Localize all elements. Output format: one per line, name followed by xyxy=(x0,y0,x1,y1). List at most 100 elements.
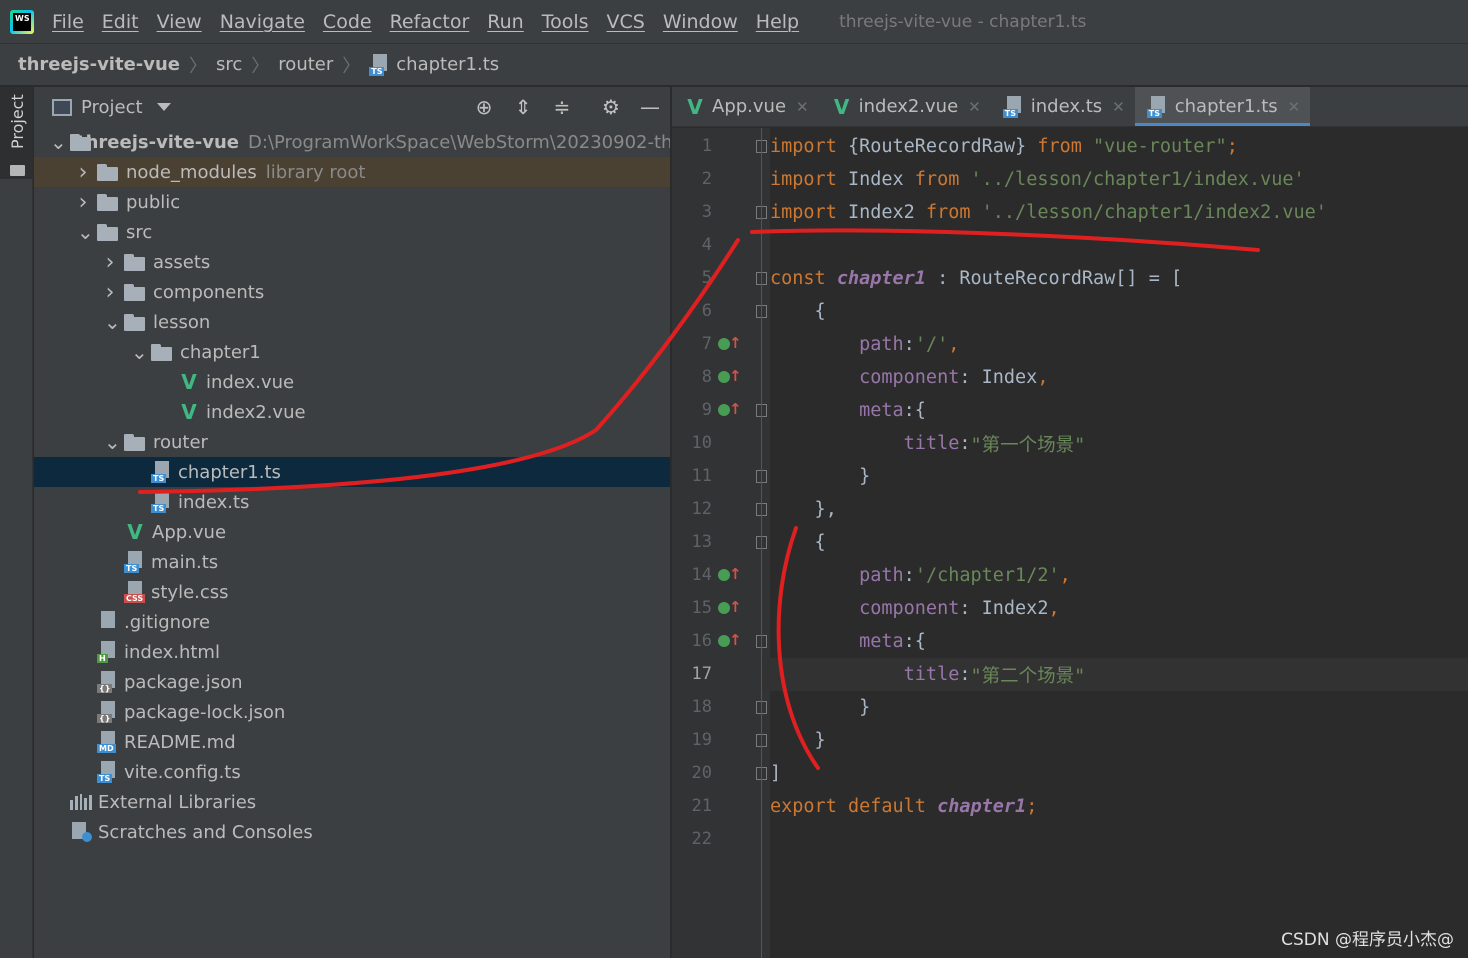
tree-item-router[interactable]: ⌄ router xyxy=(34,427,670,457)
code-line[interactable]: path: '/', xyxy=(770,328,1468,361)
expand-all-icon[interactable]: ⇕ xyxy=(511,95,535,119)
hide-panel-icon[interactable]: — xyxy=(638,95,662,119)
tree-item-package-json[interactable]: {} package.json xyxy=(34,667,670,697)
chevron-down-icon[interactable] xyxy=(156,103,171,111)
close-icon[interactable]: ✕ xyxy=(1112,98,1125,116)
line-number[interactable]: 13 xyxy=(672,526,712,559)
code-line[interactable]: }, xyxy=(770,493,1468,526)
code-line[interactable]: import {RouteRecordRaw} from "vue-router… xyxy=(770,130,1468,163)
chevron-down-icon[interactable]: ⌄ xyxy=(104,430,121,454)
menu-window[interactable]: Window xyxy=(663,11,738,33)
line-number[interactable]: 10 xyxy=(672,427,712,460)
chevron-right-icon[interactable]: › xyxy=(104,250,116,275)
line-number[interactable]: 15 xyxy=(672,592,712,625)
tree-item-chapter1-ts[interactable]: TS chapter1.ts xyxy=(34,457,670,487)
implements-marker-icon[interactable]: ↑ xyxy=(718,334,742,354)
tree-item-src[interactable]: ⌄ src xyxy=(34,217,670,247)
tree-item-scratches-and-consoles[interactable]: Scratches and Consoles xyxy=(34,817,670,847)
implements-marker-icon[interactable]: ↑ xyxy=(718,631,742,651)
line-number[interactable]: 22 xyxy=(672,823,712,856)
project-view-selector[interactable]: Project xyxy=(81,97,143,118)
tab-app-vue[interactable]: V App.vue ✕ xyxy=(672,87,819,126)
chevron-down-icon[interactable]: ⌄ xyxy=(77,220,94,244)
code-line[interactable] xyxy=(770,823,1468,856)
code-line[interactable]: } xyxy=(770,724,1468,757)
tree-item-index2-vue[interactable]: Vindex2.vue xyxy=(34,397,670,427)
line-number[interactable]: 1 xyxy=(672,130,712,163)
menu-run[interactable]: Run xyxy=(487,11,523,33)
implements-marker-icon[interactable]: ↑ xyxy=(718,400,742,420)
menu-navigate[interactable]: Navigate xyxy=(220,11,305,33)
tree-item-app-vue[interactable]: V App.vue xyxy=(34,517,670,547)
menu-refactor[interactable]: Refactor xyxy=(390,11,470,33)
menu-tools[interactable]: Tools xyxy=(542,11,589,33)
line-number[interactable]: 3 xyxy=(672,196,712,229)
breadcrumb-src[interactable]: src xyxy=(216,54,242,75)
tab-index-ts[interactable]: TS index.ts ✕ xyxy=(991,87,1135,126)
breadcrumb-file[interactable]: TS chapter1.ts xyxy=(369,53,499,76)
tree-item-vite-config-ts[interactable]: TS vite.config.ts xyxy=(34,757,670,787)
implements-marker-icon[interactable]: ↑ xyxy=(718,565,742,585)
locate-file-icon[interactable]: ⊕ xyxy=(472,95,496,119)
editor-gutter[interactable]: 1 2 3 4 5 6 7 8 9 10 11 12 13 14 15 16 17 18 19 20 21 22 ↑ ↑ ↑ ↑ ↑… xyxy=(672,128,770,958)
code-line[interactable]: title: "第一个场景" xyxy=(770,427,1468,460)
code-editor[interactable]: import {RouteRecordRaw} from "vue-router… xyxy=(770,128,1468,958)
close-icon[interactable]: ✕ xyxy=(796,98,809,116)
tree-item-gitignore[interactable]: .gitignore xyxy=(34,607,670,637)
menu-vcs[interactable]: VCS xyxy=(607,11,645,33)
line-number[interactable]: 4 xyxy=(672,229,712,262)
code-line[interactable]: { xyxy=(770,526,1468,559)
code-line[interactable]: path: '/chapter1/2', xyxy=(770,559,1468,592)
tree-item-index-html[interactable]: Hindex.html xyxy=(34,637,670,667)
menu-help[interactable]: Help xyxy=(756,11,799,33)
menu-view[interactable]: View xyxy=(157,11,202,33)
menu-code[interactable]: Code xyxy=(323,11,372,33)
line-number[interactable]: 7 xyxy=(672,328,712,361)
code-line[interactable]: ] xyxy=(770,757,1468,790)
tree-item-external-libraries[interactable]: External Libraries xyxy=(34,787,670,817)
line-number[interactable]: 19 xyxy=(672,724,712,757)
tab-index2-vue[interactable]: V index2.vue ✕ xyxy=(819,87,991,126)
line-number[interactable]: 8 xyxy=(672,361,712,394)
chevron-right-icon[interactable]: › xyxy=(77,160,89,185)
tree-item-index-ts[interactable]: TS index.ts xyxy=(34,487,670,517)
code-line[interactable]: { xyxy=(770,295,1468,328)
implements-marker-icon[interactable]: ↑ xyxy=(718,367,742,387)
chevron-down-icon[interactable]: ⌄ xyxy=(50,130,67,154)
project-tool-tab[interactable]: Project xyxy=(0,87,33,179)
tree-item-index-vue[interactable]: Vindex.vue xyxy=(34,367,670,397)
code-line[interactable]: component: Index2, xyxy=(770,592,1468,625)
menu-edit[interactable]: Edit xyxy=(102,11,139,33)
breadcrumb-project[interactable]: threejs-vite-vue xyxy=(18,54,180,75)
code-line[interactable]: } xyxy=(770,691,1468,724)
tree-item-style-css[interactable]: CSS style.css xyxy=(34,577,670,607)
tree-item-lesson[interactable]: ⌄ lesson xyxy=(34,307,670,337)
tree-item-threejs-vite-vue[interactable]: ⌄ threejs-vite-vue D:\ProgramWorkSpace\Web… xyxy=(34,127,670,157)
chevron-right-icon[interactable]: › xyxy=(77,190,89,215)
implements-marker-icon[interactable]: ↑ xyxy=(718,598,742,618)
line-number[interactable]: 9 xyxy=(672,394,712,427)
line-number[interactable]: 2 xyxy=(672,163,712,196)
code-line[interactable]: } xyxy=(770,460,1468,493)
code-line[interactable]: component: Index, xyxy=(770,361,1468,394)
code-line[interactable]: import Index from '../lesson/chapter1/in… xyxy=(770,163,1468,196)
code-line[interactable] xyxy=(770,229,1468,262)
line-number[interactable]: 21 xyxy=(672,790,712,823)
code-line[interactable]: import Index2 from '../lesson/chapter1/i… xyxy=(770,196,1468,229)
tree-item-chapter1[interactable]: ⌄ chapter1 xyxy=(34,337,670,367)
tree-item-assets[interactable]: › assets xyxy=(34,247,670,277)
tree-item-main-ts[interactable]: TS main.ts xyxy=(34,547,670,577)
menu-file[interactable]: File xyxy=(52,11,84,33)
code-line[interactable]: meta:{ xyxy=(770,394,1468,427)
chevron-down-icon[interactable]: ⌄ xyxy=(131,340,148,364)
tree-item-public[interactable]: › public xyxy=(34,187,670,217)
breadcrumb-router[interactable]: router xyxy=(278,54,333,75)
line-number[interactable]: 11 xyxy=(672,460,712,493)
line-number[interactable]: 12 xyxy=(672,493,712,526)
chevron-down-icon[interactable]: ⌄ xyxy=(104,310,121,334)
collapse-all-icon[interactable]: ≑ xyxy=(550,95,574,119)
code-line[interactable]: export default chapter1; xyxy=(770,790,1468,823)
code-line[interactable]: const chapter1 : RouteRecordRaw[] = [ xyxy=(770,262,1468,295)
tree-item-node-modules[interactable]: › node_modules library root xyxy=(34,157,670,187)
tree-item-package-lock-json[interactable]: {} package-lock.json xyxy=(34,697,670,727)
